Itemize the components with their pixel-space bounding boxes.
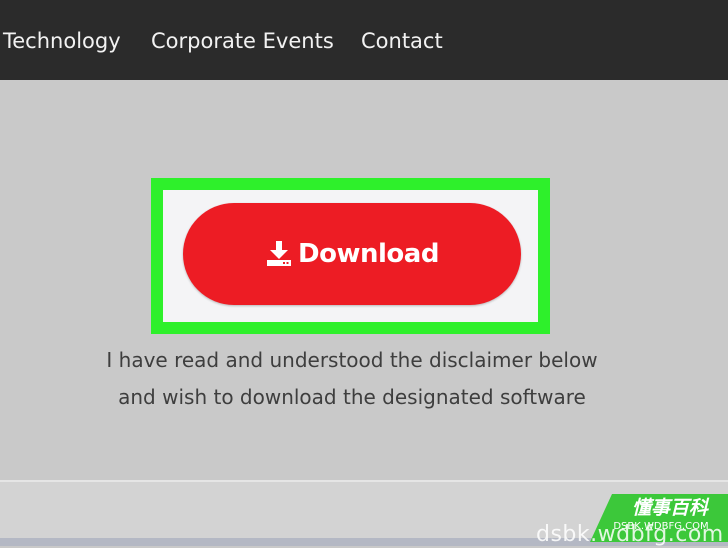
download-button-label: Download bbox=[298, 239, 439, 269]
nav-link-corporate-events[interactable]: Corporate Events bbox=[151, 27, 334, 55]
nav-link-contact[interactable]: Contact bbox=[361, 27, 443, 55]
download-disclaimer-text: I have read and understood the disclaime… bbox=[60, 342, 644, 416]
download-button[interactable]: Download bbox=[183, 203, 521, 305]
watermark-badge-text: 懂事百科 bbox=[631, 497, 708, 519]
watermark-site-text: dsbk.wdbfg.com bbox=[536, 522, 724, 547]
top-navigation-bar: Technology Corporate Events Contact bbox=[0, 0, 728, 80]
nav-link-technology[interactable]: Technology bbox=[3, 27, 121, 55]
disclaimer-line-1: I have read and understood the disclaime… bbox=[106, 348, 598, 372]
download-icon bbox=[265, 239, 293, 267]
disclaimer-line-2: and wish to download the designated soft… bbox=[118, 385, 586, 409]
